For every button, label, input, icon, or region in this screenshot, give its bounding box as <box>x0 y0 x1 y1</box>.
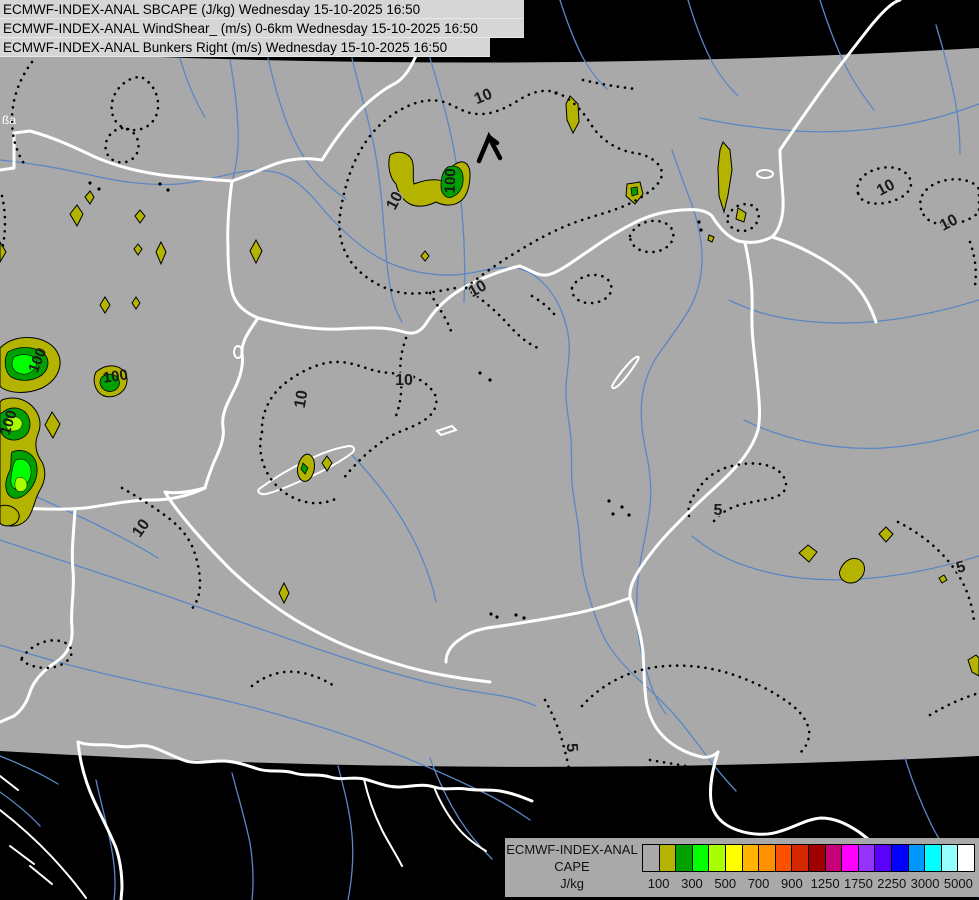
title-bars: ECMWF-INDEX-ANAL SBCAPE (J/kg) Wednesday… <box>0 0 524 57</box>
colorbar-cell <box>958 845 974 871</box>
edge-place-label: ßa <box>2 113 16 127</box>
title-bunkers: ECMWF-INDEX-ANAL Bunkers Right (m/s) Wed… <box>0 38 490 57</box>
colorbar-cell <box>809 845 826 871</box>
title-windshear: ECMWF-INDEX-ANAL WindShear_ (m/s) 0-6km … <box>0 19 524 38</box>
colorbar-cell <box>942 845 959 871</box>
colorbar-cell <box>726 845 743 871</box>
legend-parameter: CAPE <box>505 858 639 875</box>
legend-title-block: ECMWF-INDEX-ANAL CAPE J/kg <box>505 841 639 892</box>
colorbar-cell <box>676 845 693 871</box>
cape-value-label: 100 <box>442 168 460 194</box>
weather-map-viewer: 1010101010101010555100100100100ßa ECMWF-… <box>0 0 979 900</box>
colorbar-tick: 900 <box>781 876 803 891</box>
colorbar-cell <box>909 845 926 871</box>
colorbar-tick: 500 <box>714 876 736 891</box>
cape-value-label: 100 <box>102 366 129 386</box>
contour-value-label: 5 <box>714 502 723 519</box>
land-area <box>0 48 979 767</box>
colorbar-cell <box>792 845 809 871</box>
colorbar-tick: 2250 <box>877 876 906 891</box>
colorbar-cell <box>875 845 892 871</box>
legend-tick-labels: 100 300 500 700 900 1250 1750 2250 3000 5000 <box>642 876 975 892</box>
colorbar-tick: 1250 <box>811 876 840 891</box>
colorbar-cell <box>743 845 760 871</box>
colorbar-cell <box>709 845 726 871</box>
colorbar-cell <box>759 845 776 871</box>
colorbar-tick: 5000 <box>944 876 973 891</box>
title-sbcape: ECMWF-INDEX-ANAL SBCAPE (J/kg) Wednesday… <box>0 0 524 19</box>
colorbar-cell <box>925 845 942 871</box>
colorbar-cell <box>776 845 793 871</box>
colorbar-cell <box>842 845 859 871</box>
colorbar-cell <box>643 845 660 871</box>
contour-value-label: 5 <box>563 742 581 752</box>
contour-value-label: 10 <box>395 372 413 389</box>
colorbar-cell <box>859 845 876 871</box>
legend-units: J/kg <box>505 875 639 892</box>
contour-value-label: 10 <box>292 389 312 410</box>
colorbar-tick: 1750 <box>844 876 873 891</box>
colorbar-tick: 700 <box>748 876 770 891</box>
cape-legend: ECMWF-INDEX-ANAL CAPE J/kg 100 300 500 700 9… <box>505 838 979 897</box>
colorbar-tick: 3000 <box>911 876 940 891</box>
colorbar-cell <box>826 845 843 871</box>
colorbar-cell <box>892 845 909 871</box>
legend-colorbar <box>642 844 975 872</box>
colorbar-tick: 100 <box>648 876 670 891</box>
colorbar-tick: 300 <box>681 876 703 891</box>
colorbar-cell <box>660 845 677 871</box>
colorbar-cell <box>693 845 710 871</box>
legend-product: ECMWF-INDEX-ANAL <box>505 841 639 858</box>
map-canvas: 1010101010101010555100100100100ßa <box>0 0 979 900</box>
